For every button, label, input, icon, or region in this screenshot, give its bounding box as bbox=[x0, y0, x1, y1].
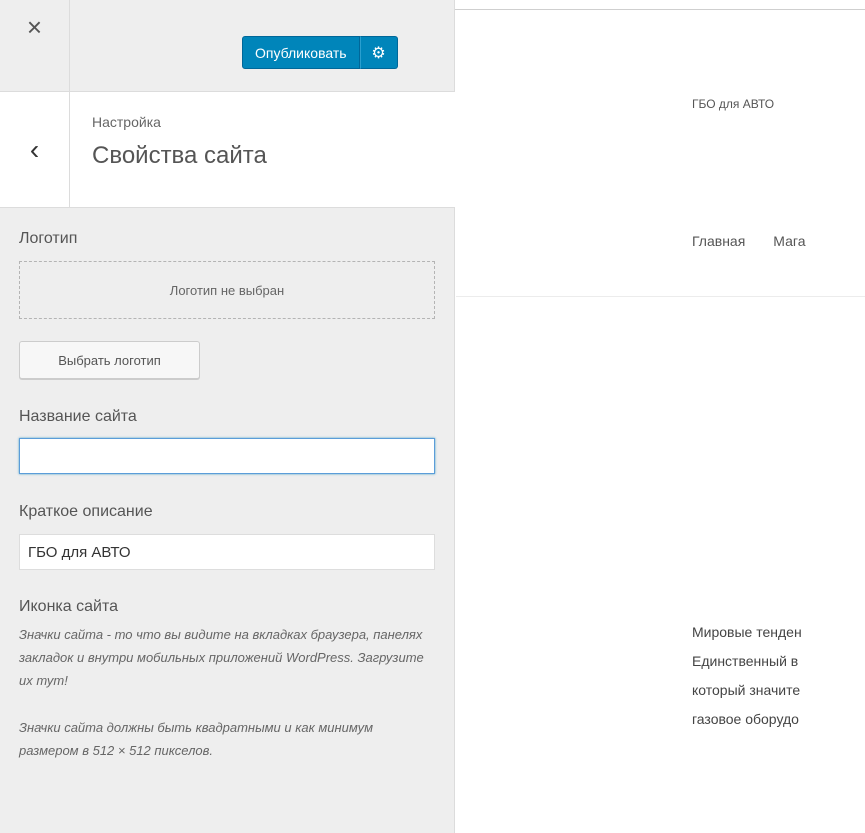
nav-item-home[interactable]: Главная bbox=[692, 233, 745, 249]
body-line: Единственный в bbox=[692, 653, 799, 669]
site-title-input[interactable] bbox=[19, 438, 435, 474]
close-icon: × bbox=[26, 12, 43, 42]
section-title: Свойства сайта bbox=[92, 142, 267, 169]
nav-item-shop[interactable]: Мага bbox=[773, 233, 805, 249]
customizer-sidebar: × Опубликовать ⚙ ‹ Настройка Свойства са… bbox=[0, 0, 455, 833]
body-line: газовое оборудо bbox=[692, 711, 799, 727]
choose-logo-button[interactable]: Выбрать логотип bbox=[19, 341, 200, 379]
site-icon-size-note: Значки сайта должны быть квадратными и к… bbox=[19, 720, 374, 758]
tagline-label: Краткое описание bbox=[19, 503, 153, 520]
logo-label: Логотип bbox=[19, 230, 78, 247]
nav-divider bbox=[456, 296, 865, 297]
preview-body-text: Мировые тенден Единственный в который зн… bbox=[692, 618, 865, 778]
body-line: Мировые тенден bbox=[692, 624, 802, 640]
publish-group: Опубликовать ⚙ bbox=[242, 36, 398, 69]
site-title-label: Название сайта bbox=[19, 408, 137, 425]
body-line: который значите bbox=[692, 682, 801, 698]
back-button[interactable]: ‹ bbox=[0, 92, 70, 207]
customizer-header: × Опубликовать ⚙ bbox=[0, 0, 455, 92]
breadcrumb: Настройка bbox=[92, 114, 161, 130]
preview-tagline: ГБО для АВТО bbox=[692, 97, 775, 111]
logo-placeholder[interactable]: Логотип не выбран bbox=[19, 261, 435, 319]
publish-settings-button[interactable]: ⚙ bbox=[359, 36, 398, 69]
close-button[interactable]: × bbox=[0, 0, 70, 91]
chevron-left-icon: ‹ bbox=[29, 133, 40, 165]
gear-icon: ⚙ bbox=[371, 44, 386, 62]
tagline-input[interactable] bbox=[19, 534, 435, 570]
publish-button[interactable]: Опубликовать bbox=[242, 36, 360, 69]
site-icon-description: Значки сайта - то что вы видите на вклад… bbox=[19, 627, 424, 688]
section-header: ‹ Настройка Свойства сайта bbox=[0, 92, 455, 208]
site-icon-label: Иконка сайта bbox=[19, 598, 118, 615]
preview-nav: Главная Мага bbox=[692, 233, 834, 249]
